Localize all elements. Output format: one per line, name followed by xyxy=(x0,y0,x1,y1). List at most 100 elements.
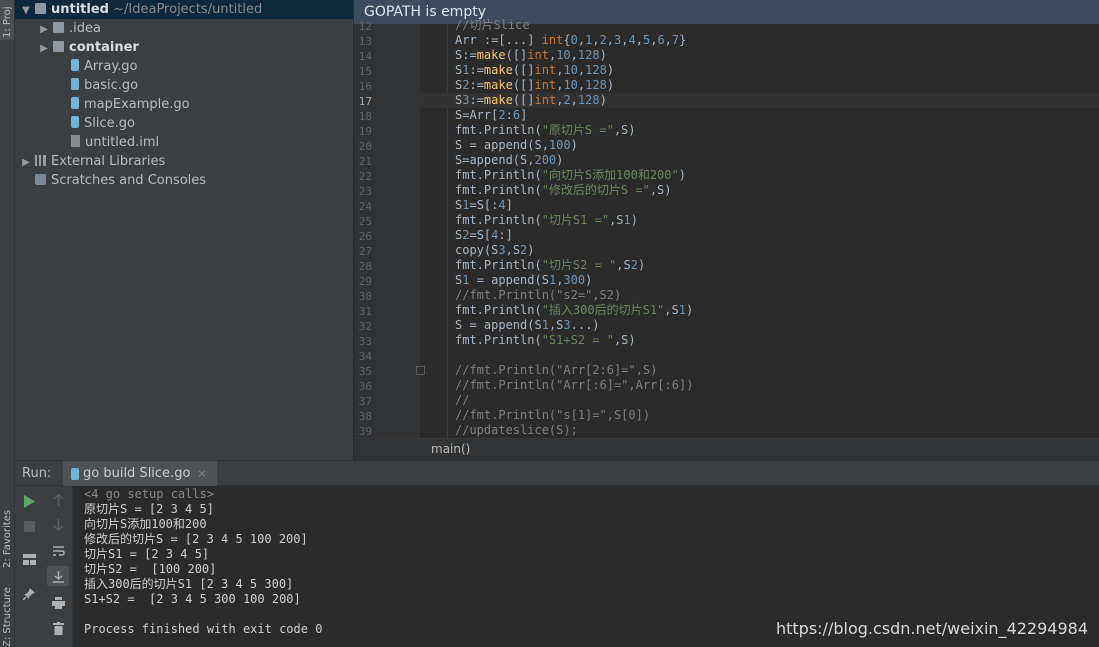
setup-calls-fold[interactable]: <4 go setup calls> xyxy=(84,487,214,502)
project-tree-item[interactable]: basic.go xyxy=(15,76,138,95)
code-line[interactable]: fmt.Println("向切片S添加100和200") xyxy=(455,168,686,183)
line-number: 20 xyxy=(358,140,372,153)
run-tab-label: go build Slice.go xyxy=(83,466,191,481)
print-button[interactable] xyxy=(49,594,67,612)
code-line[interactable]: S = append(S1,S3...) xyxy=(455,318,600,333)
breadcrumb[interactable]: main() xyxy=(431,442,470,456)
favorites-tool-tab[interactable]: 2: Favorites xyxy=(0,490,14,570)
project-tree-item-label: Slice.go xyxy=(84,116,135,131)
code-editor[interactable]: GOPATH is empty 12 13 14 15 16 17 18 19 20 21 22 23… xyxy=(354,0,1099,460)
project-tree-item[interactable]: ▶ .idea xyxy=(15,19,101,38)
stop-button[interactable] xyxy=(20,517,38,535)
line-number: 27 xyxy=(358,245,372,258)
scroll-to-end-button[interactable] xyxy=(47,566,69,586)
collapsed-arrow-icon[interactable]: ▶ xyxy=(20,153,32,172)
code-line[interactable]: //切片Slice xyxy=(455,18,530,33)
run-toolbar xyxy=(15,486,44,647)
code-line[interactable]: //fmt.Println("Arr[:6]=",Arr[:6]) xyxy=(455,378,693,393)
code-line[interactable]: S=append(S,200) xyxy=(455,153,563,168)
code-line[interactable]: fmt.Println("切片S1 =",S1) xyxy=(455,213,638,228)
project-tree-item[interactable]: ▼ untitled ~/IdeaProjects/untitled xyxy=(15,0,353,19)
code-line[interactable]: //updateslice(S); xyxy=(455,423,578,438)
code-line[interactable]: fmt.Println("切片S2 = ",S2) xyxy=(455,258,645,273)
console-line: 切片S2 = [100 200] xyxy=(84,562,217,576)
console-toolbar xyxy=(44,486,73,647)
run-tab[interactable]: go build Slice.go × xyxy=(63,461,217,486)
code-line[interactable]: fmt.Println("修改后的切片S =",S) xyxy=(455,183,672,198)
code-line[interactable]: S1 = append(S1,300) xyxy=(455,273,592,288)
scroll-down-button[interactable] xyxy=(49,516,67,534)
scroll-to-end-icon xyxy=(52,570,64,583)
code-line[interactable]: S3:=make([]int,2,128) xyxy=(455,93,607,108)
go-file-icon xyxy=(71,97,79,109)
console-line: Process finished with exit code 0 xyxy=(84,622,323,636)
pin-icon xyxy=(22,587,35,600)
code-line[interactable]: // xyxy=(455,393,469,408)
go-file-icon xyxy=(71,467,79,480)
code-line[interactable]: S=Arr[2:6] xyxy=(455,108,527,123)
project-tree-item[interactable]: untitled.iml xyxy=(15,133,159,152)
project-tree-item[interactable]: Scratches and Consoles xyxy=(15,171,206,190)
code-line[interactable]: fmt.Println("原切片S =",S) xyxy=(455,123,636,138)
code-line[interactable]: S1:=make([]int,10,128) xyxy=(455,63,614,78)
expanded-arrow-icon[interactable]: ▼ xyxy=(20,1,32,20)
collapsed-arrow-icon[interactable]: ▶ xyxy=(38,20,50,39)
play-icon xyxy=(24,494,35,508)
line-number: 13 xyxy=(358,35,372,48)
console-line: 原切片S = [2 3 4 5] xyxy=(84,502,214,516)
collapsed-arrow-icon[interactable]: ▶ xyxy=(38,39,50,58)
project-tree-item-label: mapExample.go xyxy=(84,97,190,112)
project-path: ~/IdeaProjects/untitled xyxy=(108,2,263,17)
code-line[interactable]: //fmt.Println("s[1]=",S[0]) xyxy=(455,408,650,423)
line-number: 30 xyxy=(358,290,372,303)
code-line[interactable]: S = append(S,100) xyxy=(455,138,578,153)
scroll-up-button[interactable] xyxy=(49,491,67,509)
project-tree-item[interactable]: Slice.go xyxy=(15,114,135,133)
clear-all-button[interactable] xyxy=(49,619,67,637)
console-line: 切片S1 = [2 3 4 5] xyxy=(84,547,210,561)
project-panel: ▼ untitled ~/IdeaProjects/untitled ▶ .idea ▶… xyxy=(15,0,353,460)
layout-icon xyxy=(22,553,36,565)
code-line[interactable]: //fmt.Println("s2=",S2) xyxy=(455,288,621,303)
project-tree-item[interactable]: ▶ container xyxy=(15,38,139,57)
line-number: 25 xyxy=(358,215,372,228)
code-line[interactable]: fmt.Println("S1+S2 = ",S) xyxy=(455,333,636,348)
project-tree-item[interactable]: ▶ External Libraries xyxy=(15,152,165,171)
code-line[interactable]: S1=S[:4] xyxy=(455,198,513,213)
console-line: 插入300后的切片S1 [2 3 4 5 300] xyxy=(84,577,294,591)
run-label: Run: xyxy=(22,466,52,481)
project-tree-item[interactable]: mapExample.go xyxy=(15,95,190,114)
print-icon xyxy=(51,597,65,609)
project-tool-tab[interactable]: 1: Proj xyxy=(0,0,14,40)
line-number: 24 xyxy=(358,200,372,213)
code-line[interactable]: S2=S[4:] xyxy=(455,228,513,243)
fold-marker-icon[interactable] xyxy=(416,366,425,375)
line-number: 12 xyxy=(358,20,372,33)
line-number: 32 xyxy=(358,320,372,333)
project-tree-item-label: untitled.iml xyxy=(85,135,160,150)
line-number: 17 xyxy=(358,95,372,108)
close-tab-icon[interactable]: × xyxy=(197,467,206,480)
line-number: 22 xyxy=(358,170,372,183)
arrow-down-icon xyxy=(53,518,63,531)
go-file-icon xyxy=(71,59,79,71)
project-tree-item[interactable]: Array.go xyxy=(15,57,138,76)
console-line: 向切片S添加100和200 xyxy=(84,517,207,531)
code-line[interactable]: //fmt.Println("Arr[2:6]=",S) xyxy=(455,363,657,378)
line-number: 28 xyxy=(358,260,372,273)
soft-wrap-button[interactable] xyxy=(49,542,67,560)
line-number: 18 xyxy=(358,110,372,123)
layout-button[interactable] xyxy=(20,550,38,568)
code-line[interactable]: S2:=make([]int,10,128) xyxy=(455,78,614,93)
code-line[interactable]: Arr :=[...] int{0,1,2,3,4,5,6,7} xyxy=(455,33,686,48)
pin-button[interactable] xyxy=(20,584,38,602)
code-line[interactable]: S:=make([]int,10,128) xyxy=(455,48,607,63)
code-line[interactable]: copy(S3,S2) xyxy=(455,243,535,258)
project-tree-item-label: Scratches and Consoles xyxy=(51,173,207,188)
breadcrumb-bar: main() xyxy=(354,438,1099,460)
rerun-button[interactable] xyxy=(20,492,38,510)
code-line[interactable]: fmt.Println("插入300后的切片S1",S1) xyxy=(455,303,693,318)
line-number: 16 xyxy=(358,80,372,93)
indent-guide xyxy=(447,24,448,438)
structure-tool-tab[interactable]: Z: Structure xyxy=(0,585,14,647)
